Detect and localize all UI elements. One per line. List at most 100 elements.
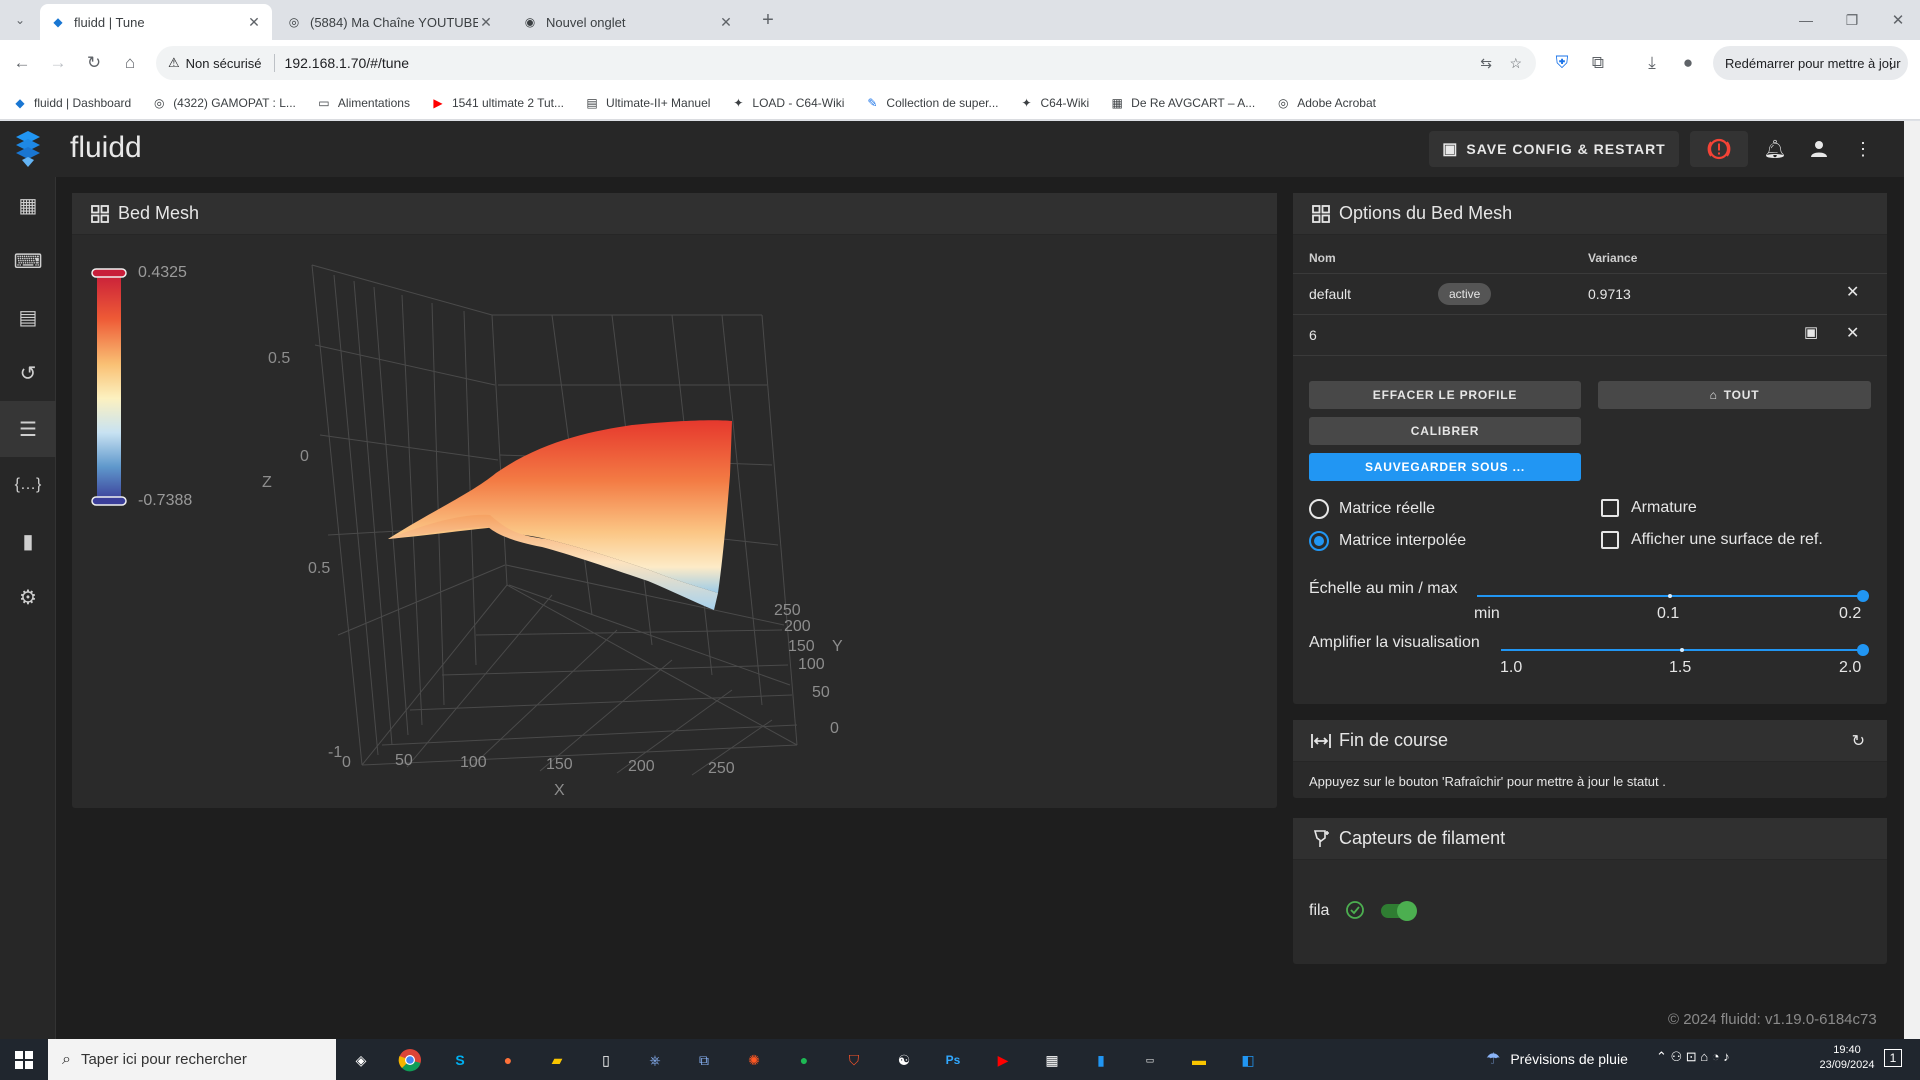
tray-icons[interactable]: ⌃ ⚇ ⊡ ⌂ ◔ ♪ — [1656, 1049, 1730, 1065]
translate-icon[interactable]: ⇆ — [1480, 55, 1492, 72]
notifications-bell-icon[interactable]: 🔔︎ — [1761, 135, 1789, 163]
bookmark-item[interactable]: ✎ Collection de super... — [864, 95, 998, 111]
refresh-icon[interactable]: ↻ — [1852, 731, 1865, 751]
download-icon[interactable]: ⤓ — [1638, 49, 1666, 77]
weather-widget[interactable]: ☂ Prévisions de pluie — [1486, 1049, 1628, 1069]
nav-config-icon[interactable]: {…} — [0, 457, 56, 513]
minimize-icon[interactable]: — — [1792, 6, 1820, 34]
app-icon[interactable]: ▭ — [1134, 1044, 1166, 1076]
table-row[interactable]: 6 ▣ ✕ — [1293, 315, 1887, 355]
taskbar-search[interactable]: ⌕ Taper ici pour rechercher — [48, 1039, 336, 1080]
bookmark-star-icon[interactable]: ☆ — [1509, 55, 1522, 72]
emergency-stop-button[interactable] — [1690, 131, 1748, 167]
scale-slider-knob[interactable] — [1857, 590, 1869, 602]
yin-yang-icon[interactable]: ☯ — [888, 1044, 920, 1076]
home-all-button[interactable]: ⌂ TOUT — [1598, 381, 1871, 409]
new-tab-icon[interactable]: + — [754, 6, 782, 34]
remove-profile-icon[interactable]: ✕ — [1846, 282, 1859, 302]
bookmark-item[interactable]: ◎ Adobe Acrobat — [1275, 95, 1376, 111]
app-icon[interactable]: ◈ — [345, 1044, 377, 1076]
close-window-icon[interactable]: ✕ — [1884, 6, 1912, 34]
radio-real-matrix[interactable]: Matrice réelle — [1309, 499, 1435, 519]
security-warning[interactable]: ⚠ Non sécurisé — [168, 55, 262, 71]
save-config-restart-button[interactable]: ▣ SAVE CONFIG & RESTART — [1429, 131, 1679, 167]
nav-settings-gear-icon[interactable]: ⚙ — [0, 569, 56, 625]
bookmark-item[interactable]: ▭ Alimentations — [316, 95, 410, 111]
close-tab-icon[interactable]: ✕ — [246, 14, 262, 31]
firefox-icon[interactable]: ● — [492, 1044, 524, 1076]
back-icon[interactable]: ← — [8, 49, 36, 77]
load-profile-icon[interactable]: ▣ — [1804, 323, 1818, 341]
close-tab-icon[interactable]: ✕ — [478, 14, 494, 31]
tab-search-icon[interactable]: ⌄ — [6, 6, 34, 34]
app-menu-icon[interactable]: ⋮ — [1849, 135, 1877, 163]
brave-icon[interactable]: ⛉ — [838, 1044, 870, 1076]
spotify-icon[interactable]: ● — [788, 1044, 820, 1076]
amplify-slider[interactable] — [1501, 644, 1869, 656]
checkbox-wireframe[interactable]: Armature — [1601, 499, 1697, 517]
address-bar[interactable]: ⚠ Non sécurisé 192.168.1.70/#/tune ⇆ ☆ — [156, 46, 1536, 80]
save-as-button[interactable]: SAUVEGARDER SOUS ... — [1309, 453, 1581, 481]
youtube-icon[interactable]: ▶ — [987, 1044, 1019, 1076]
windows-start-icon[interactable] — [8, 1044, 40, 1076]
scale-slider[interactable] — [1477, 590, 1869, 602]
user-account-icon[interactable] — [1805, 135, 1833, 163]
extensions-icon[interactable]: ⧉ — [1584, 49, 1612, 77]
colorbar-max-handle[interactable] — [91, 268, 127, 278]
profile-avatar-icon[interactable]: ● — [1674, 49, 1702, 77]
bookmark-item[interactable]: ✦ LOAD - C64-Wiki — [730, 95, 844, 111]
checkbox-ref-surface[interactable]: Afficher une surface de ref. — [1601, 531, 1823, 549]
forward-icon[interactable]: → — [44, 49, 72, 77]
bookmark-item[interactable]: ▦ De Re AVGCART – A... — [1109, 95, 1256, 111]
nav-history-icon[interactable]: ↺ — [0, 345, 56, 401]
notification-center-icon[interactable]: 1 — [1884, 1049, 1902, 1067]
kebab-menu-icon[interactable]: ⋮ — [1884, 55, 1898, 72]
bookmark-item[interactable]: ▶ 1541 ultimate 2 Tut... — [430, 95, 564, 111]
photoshop-icon[interactable]: Ps — [937, 1044, 969, 1076]
calculator-icon[interactable]: ▦ — [1036, 1044, 1068, 1076]
amplify-slider-knob[interactable] — [1857, 644, 1869, 656]
sensor-toggle[interactable] — [1381, 901, 1417, 921]
skype-icon[interactable]: S — [444, 1044, 476, 1076]
bookmark-item[interactable]: ◎ (4322) GAMOPAT : L... — [151, 95, 296, 111]
file-icon[interactable]: ▯ — [590, 1044, 622, 1076]
colorbar-min-handle[interactable] — [91, 496, 127, 506]
clear-profile-button[interactable]: EFFACER LE PROFILE — [1309, 381, 1581, 409]
nav-tune-icon[interactable]: ☰ — [0, 401, 56, 457]
notes-icon[interactable]: ▰ — [541, 1044, 573, 1076]
radio-interpolated-matrix[interactable]: Matrice interpolée — [1309, 531, 1466, 551]
file-explorer-icon[interactable]: ▬ — [1183, 1044, 1215, 1076]
chrome-icon[interactable] — [394, 1044, 426, 1076]
restore-icon[interactable]: ❐ — [1838, 6, 1866, 34]
nav-console-icon[interactable]: ⌨ — [0, 233, 56, 289]
remove-profile-icon[interactable]: ✕ — [1846, 323, 1859, 343]
tab-youtube[interactable]: ◎ (5884) Ma Chaîne YOUTUBE de ✕ — [276, 4, 504, 40]
bookmark-item[interactable]: ✦ C64-Wiki — [1019, 95, 1089, 111]
bookmark-item[interactable]: ▤ Ultimate-II+ Manuel — [584, 95, 710, 111]
table-row[interactable]: default active 0.9713 ✕ — [1293, 274, 1887, 314]
bitwarden-icon[interactable]: ⛨ — [1548, 49, 1576, 77]
tab-fluidd-tune[interactable]: ◆ fluidd | Tune ✕ — [40, 4, 272, 40]
nav-files-icon[interactable]: ▤ — [0, 289, 56, 345]
calibrate-button[interactable]: CALIBRER — [1309, 417, 1581, 445]
reload-icon[interactable]: ↻ — [80, 49, 108, 77]
nav-system-icon[interactable]: ▮ — [0, 513, 56, 569]
sensor-toggle-knob[interactable] — [1397, 901, 1417, 921]
page-scrollbar[interactable] — [1904, 121, 1920, 1039]
fluidd-logo-icon[interactable] — [12, 129, 44, 169]
close-tab-icon[interactable]: ✕ — [718, 14, 734, 31]
restart-update-button[interactable]: Redémarrer pour mettre à jour ⋮ — [1713, 46, 1908, 80]
bed-mesh-3d-plot[interactable]: 0.4325 -0.7388 0.5 0 0.5 -1 Z 0 50 100 1… — [72, 235, 1277, 808]
network-icon[interactable]: ⎈ — [639, 1044, 671, 1076]
bookmark-app-icon[interactable]: ▮ — [1085, 1044, 1117, 1076]
app-icon[interactable]: ◧ — [1232, 1044, 1264, 1076]
app-icon[interactable]: ✺ — [738, 1044, 770, 1076]
apps-icon[interactable]: ⧉ — [688, 1044, 720, 1076]
clock[interactable]: 19:40 23/09/2024 — [1812, 1044, 1882, 1071]
url-text[interactable]: 192.168.1.70/#/tune — [285, 55, 410, 71]
bed-mesh-title: Bed Mesh — [118, 203, 200, 223]
bookmark-item[interactable]: ◆ fluidd | Dashboard — [12, 95, 131, 111]
nav-dashboard-icon[interactable]: ▦ — [0, 177, 56, 233]
home-icon[interactable]: ⌂ — [116, 49, 144, 77]
tab-new[interactable]: ◉ Nouvel onglet ✕ — [512, 4, 744, 40]
